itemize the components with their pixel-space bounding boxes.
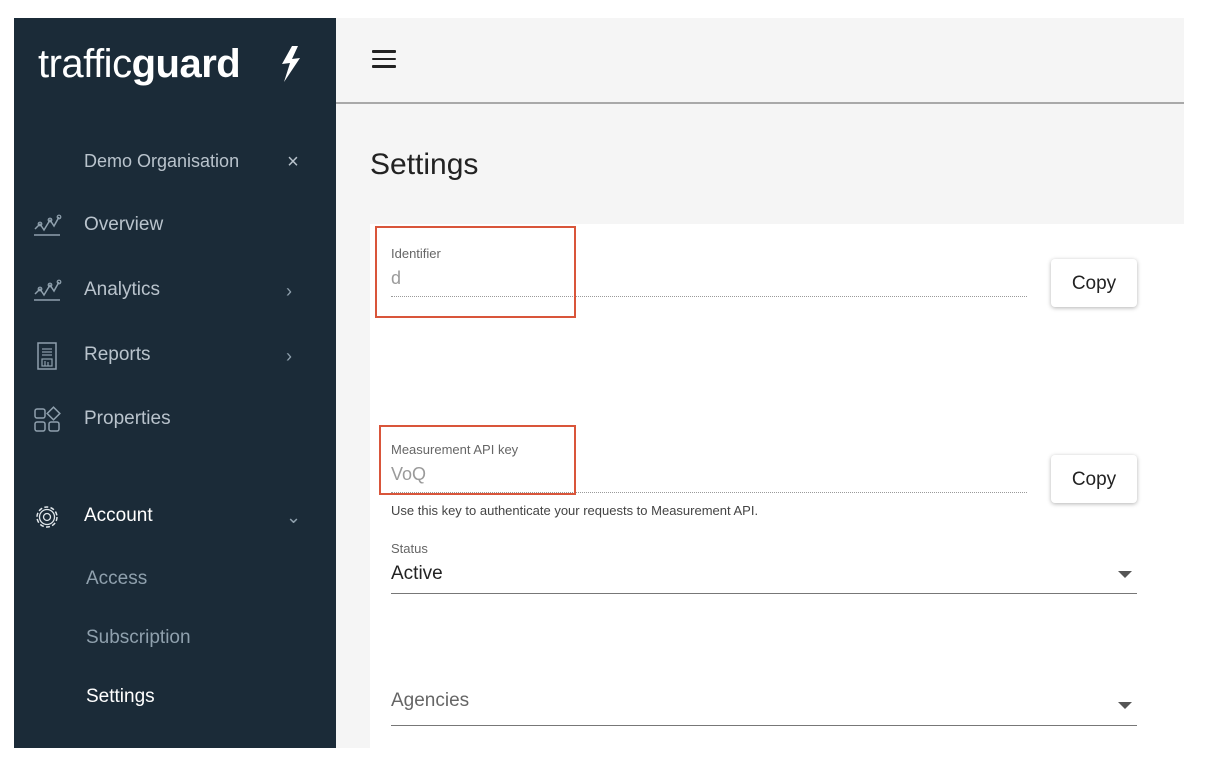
sidebar-item-access[interactable]: Access [86, 568, 306, 598]
status-underline [391, 593, 1137, 594]
dropdown-arrow-icon[interactable] [1118, 571, 1132, 578]
report-document-icon [37, 342, 57, 370]
settings-card: Identifier d Copy Measurement API key Vo… [370, 224, 1184, 748]
sidebar: trafficguard Demo Organisation × Overvie… [14, 18, 336, 748]
sidebar-item-label: Account [84, 505, 153, 526]
close-icon[interactable]: × [283, 150, 303, 174]
sidebar-item-label: Analytics [84, 279, 161, 300]
copy-identifier-button[interactable]: Copy [1051, 259, 1137, 307]
sidebar-item-label: Properties [84, 408, 171, 429]
logo-text-light: traffic [38, 42, 132, 86]
sidebar-item-settings[interactable]: Settings [86, 686, 306, 716]
agencies-underline [391, 725, 1137, 726]
status-label: Status [391, 541, 428, 556]
sidebar-item-label: Overview [84, 214, 164, 235]
annotation-highlight-box [379, 425, 576, 495]
organisation-name: Demo Organisation [84, 151, 240, 171]
trafficguard-logo[interactable]: trafficguard [38, 42, 300, 92]
sidebar-item-account[interactable]: Account ⌄ [14, 496, 336, 540]
dropdown-arrow-icon[interactable] [1118, 702, 1132, 709]
chevron-right-icon: › [286, 346, 292, 366]
sidebar-item-reports[interactable]: Reports › [14, 335, 336, 379]
sidebar-item-overview[interactable]: Overview [14, 205, 336, 249]
menu-icon[interactable] [372, 50, 396, 70]
line-chart-icon [34, 279, 62, 301]
status-select[interactable]: Active [391, 563, 443, 585]
sidebar-item-label: Reports [84, 344, 151, 365]
main-content: Settings Identifier d Copy Measurement A… [336, 104, 1184, 748]
sidebar-item-properties[interactable]: Properties [14, 399, 336, 443]
line-chart-icon [34, 214, 62, 236]
copy-api-key-button[interactable]: Copy [1051, 455, 1137, 503]
agencies-select[interactable]: Agencies [391, 690, 469, 712]
chevron-right-icon: › [286, 281, 292, 301]
page-title: Settings [370, 148, 479, 181]
logo-text-bold: guard [131, 42, 241, 86]
sidebar-item-analytics[interactable]: Analytics › [14, 270, 336, 314]
chevron-down-icon: ⌄ [286, 507, 302, 527]
annotation-highlight-box [375, 226, 576, 318]
gear-icon [36, 506, 58, 528]
top-app-bar [336, 18, 1184, 104]
shapes-grid-icon [34, 406, 61, 432]
bolt-icon [282, 46, 300, 82]
api-key-helper-text: Use this key to authenticate your reques… [391, 503, 759, 518]
sidebar-item-subscription[interactable]: Subscription [86, 627, 306, 657]
